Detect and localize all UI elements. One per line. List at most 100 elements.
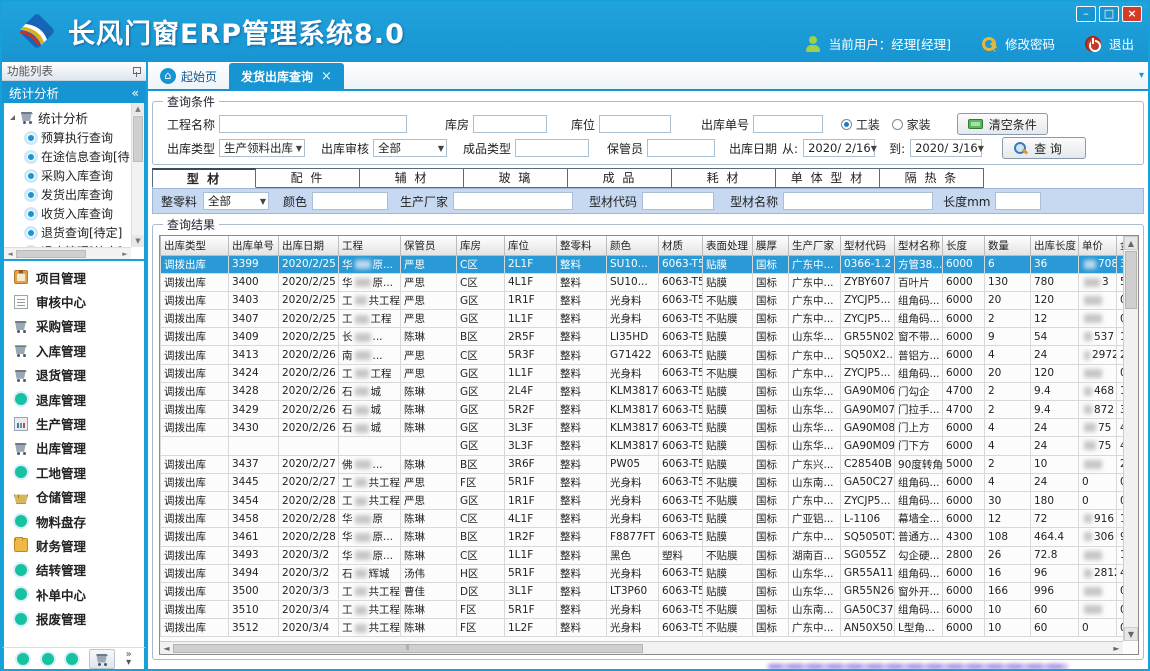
material-tab[interactable]: 耗 材 bbox=[672, 168, 776, 188]
warehouse-input[interactable] bbox=[473, 115, 547, 133]
radio-jiazhuang[interactable]: 家装 bbox=[892, 116, 931, 133]
dot-icon[interactable] bbox=[17, 653, 29, 665]
close-button[interactable]: × bbox=[1122, 6, 1142, 22]
color-input[interactable] bbox=[312, 192, 388, 210]
table-row[interactable]: 调拨出库34242020/2/26工工程严思G区1L1F整料光身料6063-T5… bbox=[161, 364, 1124, 382]
keeper-input[interactable] bbox=[647, 139, 715, 157]
zl-select[interactable]: 全部▼ bbox=[203, 192, 269, 210]
material-tab[interactable]: 型 材 bbox=[152, 168, 256, 188]
location-input[interactable] bbox=[599, 115, 671, 133]
project-name-input[interactable] bbox=[219, 115, 407, 133]
name-input[interactable] bbox=[783, 192, 933, 210]
column-header[interactable]: 出库长度 bbox=[1031, 236, 1079, 255]
sidebar-item[interactable]: 退货管理 bbox=[4, 363, 144, 387]
column-header[interactable]: 长度 bbox=[943, 236, 985, 255]
material-tab[interactable]: 玻 璃 bbox=[464, 168, 568, 188]
grid-horizontal-scrollbar[interactable]: ◄⦀► bbox=[160, 641, 1123, 654]
sidebar-item[interactable]: 退库管理 bbox=[4, 387, 144, 411]
table-row[interactable]: 调拨出库34092020/2/25长...陈琳B区2R5F整料LI35HD606… bbox=[161, 328, 1124, 346]
material-tab[interactable]: 隔 热 条 bbox=[880, 168, 984, 188]
maximize-button[interactable]: □ bbox=[1099, 6, 1119, 22]
sidebar-item[interactable]: 出库管理 bbox=[4, 436, 144, 460]
sidebar-item[interactable]: 项目管理 bbox=[4, 265, 144, 289]
length-input[interactable] bbox=[995, 192, 1041, 210]
column-header[interactable]: 生产厂家 bbox=[789, 236, 841, 255]
column-header[interactable]: 整零料 bbox=[557, 236, 607, 255]
tab-list-caret-icon[interactable]: ▾ bbox=[1139, 70, 1144, 81]
sidebar-item[interactable]: 工地管理 bbox=[4, 460, 144, 484]
tab-close-icon[interactable]: × bbox=[321, 69, 332, 84]
material-tab[interactable]: 配 件 bbox=[256, 168, 360, 188]
column-header[interactable]: 单价 bbox=[1079, 236, 1117, 255]
expander-icon[interactable] bbox=[10, 115, 15, 120]
logout-link[interactable]: 退出 bbox=[1109, 34, 1134, 53]
grid-vertical-scrollbar[interactable]: ▲▼ bbox=[1123, 236, 1138, 641]
code-input[interactable] bbox=[642, 192, 714, 210]
column-header[interactable]: 型材名称 bbox=[895, 236, 943, 255]
column-header[interactable]: 库房 bbox=[457, 236, 505, 255]
table-row[interactable]: 调拨出库35122020/3/4工共工程陈琳F区1L2F整料光身料6063-T5… bbox=[161, 619, 1124, 637]
table-row[interactable]: 调拨出库34292020/2/26石城陈琳G区5R2F整料KLM38176063… bbox=[161, 401, 1124, 419]
table-row[interactable]: 调拨出库34032020/2/25工共工程严思G区1R1F整料光身料6063-T… bbox=[161, 291, 1124, 309]
dot-icon[interactable] bbox=[66, 653, 78, 665]
column-header[interactable]: 颜色 bbox=[607, 236, 659, 255]
date-from-select[interactable]: 2020/ 2/16▼ bbox=[803, 139, 875, 157]
table-row[interactable]: 调拨出库35002020/3/3工共工程曹佳D区3L1F整料LT3P606063… bbox=[161, 582, 1124, 600]
dot-icon[interactable] bbox=[42, 653, 54, 665]
sidebar-item[interactable]: 结转管理 bbox=[4, 558, 144, 582]
column-header[interactable]: 材质 bbox=[659, 236, 703, 255]
sidebar-item[interactable]: 财务管理 bbox=[4, 533, 144, 557]
tree-item[interactable]: 退货查询[待定] bbox=[10, 223, 130, 242]
material-tab[interactable]: 辅 材 bbox=[360, 168, 464, 188]
tree-horizontal-scrollbar[interactable]: ◄► bbox=[4, 247, 131, 259]
tree-item[interactable]: 预算执行查询 bbox=[10, 128, 130, 147]
column-header[interactable]: 出库类型 bbox=[161, 236, 229, 255]
date-to-select[interactable]: 2020/ 3/16▼ bbox=[910, 139, 982, 157]
table-row[interactable]: 调拨出库34132020/2/26南...严思C区5R3F整料G71422606… bbox=[161, 346, 1124, 364]
mfr-input[interactable] bbox=[453, 192, 573, 210]
table-row[interactable]: 调拨出库34002020/2/25华原...严思C区4L1F整料SU10...6… bbox=[161, 273, 1124, 291]
overflow-chevron[interactable]: »▾ bbox=[126, 651, 132, 667]
table-row[interactable]: 调拨出库34612020/2/28华原...陈琳B区1R2F整料F8877FT6… bbox=[161, 528, 1124, 546]
table-row[interactable]: 调拨出库34452020/2/27工共工程严思F区5R1F整料光身料6063-T… bbox=[161, 473, 1124, 491]
column-header[interactable]: 出库单号 bbox=[229, 236, 279, 255]
sidebar-item[interactable]: 仓储管理 bbox=[4, 485, 144, 509]
column-header[interactable]: 型材代码 bbox=[841, 236, 895, 255]
sidebar-item[interactable]: 采购管理 bbox=[4, 314, 144, 338]
column-header[interactable]: 膜厚 bbox=[753, 236, 789, 255]
sidebar-item[interactable]: 生产管理 bbox=[4, 411, 144, 435]
tab-home[interactable]: ⌂ 起始页 bbox=[148, 63, 229, 89]
table-row[interactable]: 调拨出库34302020/2/26石城陈琳G区3L3F整料KLM38176063… bbox=[161, 419, 1124, 437]
collapse-icon[interactable]: « bbox=[131, 85, 139, 100]
pin-icon[interactable] bbox=[132, 66, 141, 77]
sidebar-item[interactable]: 审核中心 bbox=[4, 289, 144, 313]
section-header[interactable]: 统计分析 « bbox=[2, 81, 146, 103]
sidebar-item[interactable]: 报废管理 bbox=[4, 606, 144, 630]
column-header[interactable]: 保管员 bbox=[401, 236, 457, 255]
radio-gongzhuang[interactable]: 工装 bbox=[841, 116, 880, 133]
table-row[interactable]: G区3L3F整料KLM38176063-T5贴膜国标山东华...GA90M09.… bbox=[161, 437, 1124, 455]
table-row[interactable]: 调拨出库34582020/2/28华原陈琳C区4L1F整料光身料6063-T5贴… bbox=[161, 510, 1124, 528]
column-header[interactable]: 库位 bbox=[505, 236, 557, 255]
table-row[interactable]: 调拨出库33992020/2/25华原...严思C区2L1F整料SU10...6… bbox=[161, 255, 1124, 273]
sidebar-item[interactable]: 入库管理 bbox=[4, 338, 144, 362]
tree-root[interactable]: 统计分析 bbox=[10, 106, 130, 128]
tree-vertical-scrollbar[interactable]: ▲▼ bbox=[131, 103, 144, 247]
out-type-select[interactable]: 生产领料出库▼ bbox=[219, 139, 305, 157]
column-header[interactable]: 表面处理 bbox=[703, 236, 753, 255]
audit-select[interactable]: 全部▼ bbox=[373, 139, 447, 157]
product-type-input[interactable] bbox=[515, 139, 589, 157]
column-header[interactable]: 出库日期 bbox=[279, 236, 339, 255]
material-tab[interactable]: 单 体 型 材 bbox=[776, 168, 880, 188]
table-row[interactable]: 调拨出库34542020/2/28工共工程严思G区1R1F整料光身料6063-T… bbox=[161, 491, 1124, 509]
table-row[interactable]: 调拨出库34072020/2/25工工程严思G区1L1F整料光身料6063-T5… bbox=[161, 310, 1124, 328]
material-tab[interactable]: 成 品 bbox=[568, 168, 672, 188]
sidebar-item[interactable]: 物料盘存 bbox=[4, 509, 144, 533]
tree-item[interactable]: 收货入库查询 bbox=[10, 204, 130, 223]
cart-mini-button[interactable] bbox=[89, 649, 115, 669]
tree-item[interactable]: 发货出库查询 bbox=[10, 185, 130, 204]
order-no-input[interactable] bbox=[753, 115, 823, 133]
table-row[interactable]: 调拨出库34282020/2/26石城陈琳G区2L4F整料KLM38176063… bbox=[161, 382, 1124, 400]
table-row[interactable]: 调拨出库34932020/3/2华原...陈琳C区1L1F整料黑色塑料不贴膜国标… bbox=[161, 546, 1124, 564]
search-button[interactable]: 查 询 bbox=[1002, 137, 1086, 159]
